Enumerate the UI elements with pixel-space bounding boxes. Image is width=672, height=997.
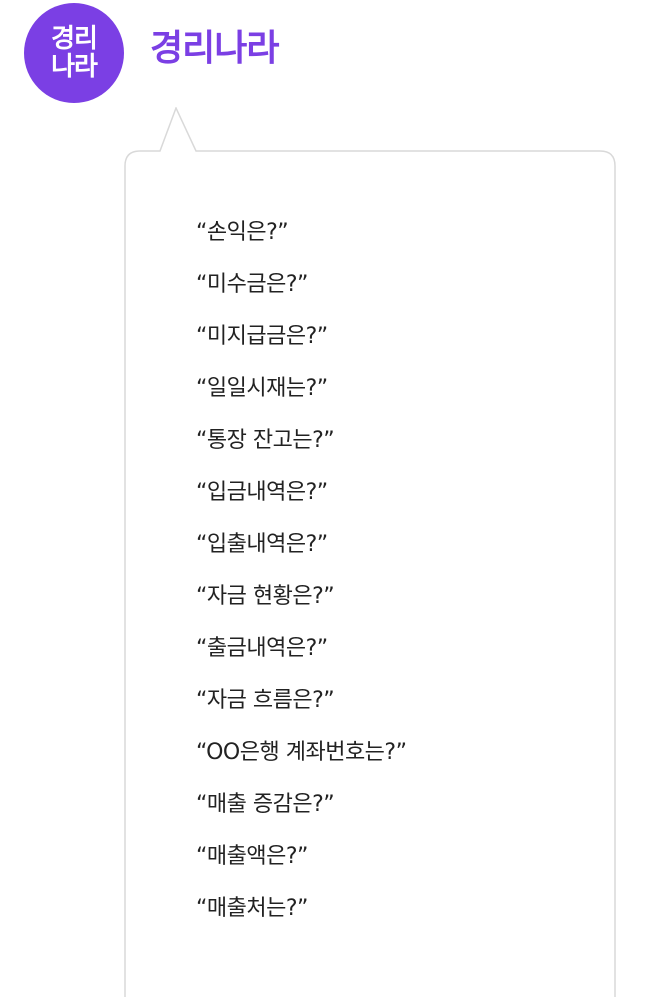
question-item: “매출액은?” [196,844,308,869]
question-item: “자금 흐름은?” [196,688,335,713]
question-item: “통장 잔고는?” [196,428,335,453]
question-item: “매출처는?” [196,896,308,921]
brand-avatar-line1: 경리 [51,24,98,54]
brand-avatar-line2: 나라 [51,52,98,82]
question-item: “입출내역은?” [196,532,328,557]
question-item: “출금내역은?” [196,636,328,661]
brand-name: 경리나라 [150,28,279,69]
question-item: “자금 현황은?” [196,584,335,609]
question-list: “손익은?” “미수금은?” “미지급금은?” “일일시재는?” “통장 잔고는… [196,216,407,944]
question-item: “OO은행 계좌번호는?” [196,740,407,765]
question-item: “일일시재는?” [196,376,328,401]
question-item: “미수금은?” [196,272,308,297]
question-item: “매출 증감은?” [196,792,335,817]
question-item: “미지급금은?” [196,324,328,349]
question-item: “입금내역은?” [196,480,328,505]
brand-avatar: 경리 나라 [24,3,124,103]
question-item: “손익은?” [196,220,289,245]
